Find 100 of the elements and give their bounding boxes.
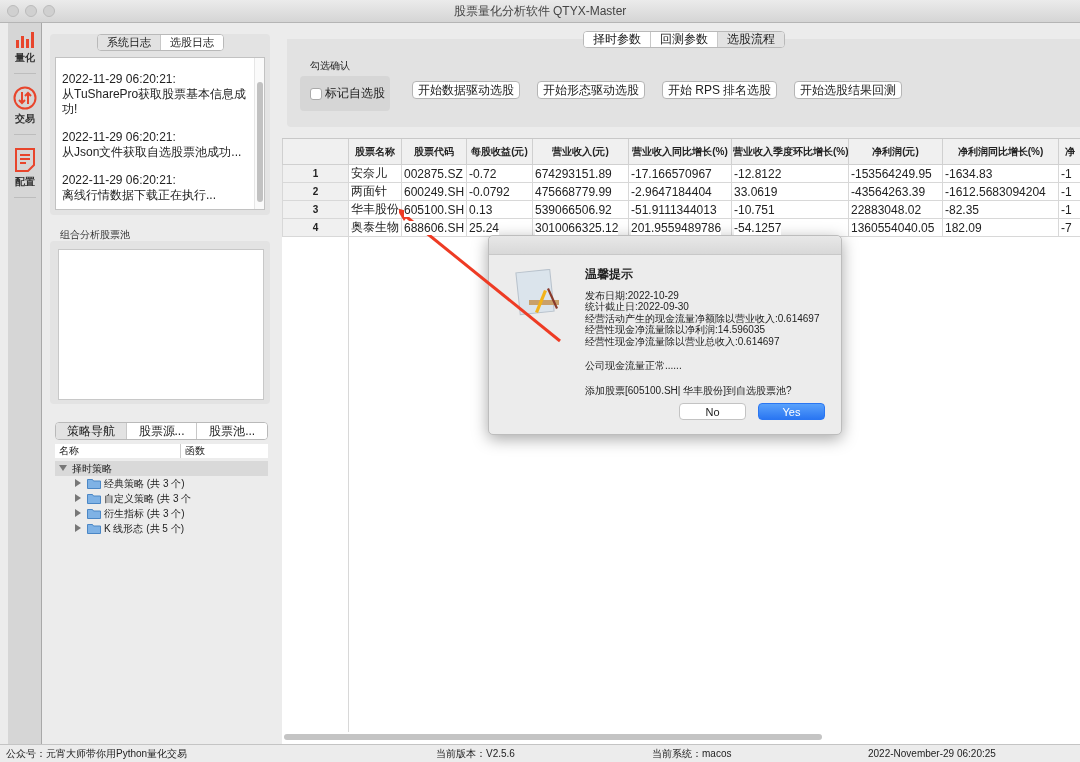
column-header: 名称 — [58, 444, 80, 458]
sidebar-label[interactable]: 交易 — [14, 112, 35, 126]
horizontal-scrollbar-thumb[interactable] — [284, 734, 822, 740]
status-text: 当前系统：macos — [652, 746, 733, 761]
table-cell: 安奈儿 — [351, 166, 387, 180]
tree-item[interactable]: 择时策略 — [72, 461, 112, 476]
dialog-text: 统计截止日:2022-09-30 — [585, 301, 690, 313]
dialog-text: 经营性现金净流量除以净利润:14.596035 — [585, 324, 766, 336]
tree-item[interactable]: K 线形态 (共 5 个) — [104, 521, 184, 536]
table-cell: 600249.SH — [404, 184, 465, 199]
checkbox[interactable] — [310, 87, 322, 100]
column-header: 营业收入同比增长(%) — [628, 139, 732, 165]
table-cell: 0.13 — [469, 202, 493, 217]
table-cell: -153564249.95 — [851, 166, 932, 181]
table-cell: 22883048.02 — [851, 202, 922, 217]
column-header: 净 — [1058, 139, 1080, 165]
table-cell: -54.1257 — [734, 220, 782, 235]
table-cell: 605100.SH — [404, 202, 465, 217]
minimize-button[interactable] — [25, 5, 37, 17]
table-cell: 201.9559489786 — [631, 220, 722, 235]
column-header: 函数 — [180, 444, 268, 458]
table-cell: -1 — [1061, 202, 1072, 217]
table-cell: -17.166570967 — [631, 166, 712, 181]
table-cell: -2.9647184404 — [631, 184, 712, 199]
table-cell: -12.8122 — [734, 166, 782, 181]
table-cell: 688606.SH — [404, 220, 465, 235]
action-button[interactable]: 开始数据驱动选股 — [412, 81, 520, 99]
action-button[interactable]: 开始 RPS 排名选股 — [662, 81, 778, 99]
column-header: 净利润同比增长(%) — [942, 139, 1059, 165]
tab[interactable]: 选股日志 — [159, 35, 223, 50]
table-cell: -1634.83 — [945, 166, 993, 181]
folder-icon — [87, 508, 101, 519]
table-cell: -1 — [1061, 184, 1072, 199]
table-cell: 两面针 — [351, 184, 387, 198]
log-time: 2022-11-29 06:20:21: — [62, 173, 177, 188]
table-cell: 1360554040.05 — [851, 220, 935, 235]
dialog-title: 温馨提示 — [585, 269, 634, 281]
dialog-text: 经营活动产生的现金流量净额除以营业收入:0.614697 — [585, 312, 820, 324]
folder-icon — [87, 493, 101, 504]
table-cell: -10.751 — [734, 202, 775, 217]
table-cell: 奥泰生物 — [351, 220, 399, 234]
table-cell: -43564263.39 — [851, 184, 926, 199]
zoom-button[interactable] — [43, 5, 55, 17]
table-cell: 475668779.99 — [535, 184, 612, 199]
checkbox-label[interactable]: 标记自选股 — [325, 85, 385, 102]
column-header: 营业收入(元) — [532, 139, 629, 165]
dialog-button[interactable]: No — [679, 403, 746, 420]
table-cell: -1 — [1061, 166, 1072, 181]
log-message: 从TuSharePro获取股票基本信息成功! — [62, 87, 248, 117]
column-header: 每股收益(元) — [466, 139, 533, 165]
group-title: 勾选确认 — [309, 59, 351, 73]
folder-icon — [87, 478, 101, 489]
table-cell: 674293151.89 — [535, 166, 612, 181]
table-cell: -82.35 — [945, 202, 980, 217]
table-cell: 33.0619 — [734, 184, 778, 199]
log-time: 2022-11-29 06:20:21: — [62, 72, 177, 87]
tab[interactable]: 系统日志 — [97, 35, 160, 50]
dialog-text: 发布日期:2022-10-29 — [585, 289, 680, 301]
dialog-text: 公司现金流量正常...... — [585, 360, 683, 372]
table-cell: -1612.5683094204 — [945, 184, 1046, 199]
bar-chart-icon — [14, 31, 35, 49]
table-cell: 25.24 — [469, 220, 500, 235]
close-button[interactable] — [7, 5, 19, 17]
document-icon — [13, 147, 36, 173]
table-cell: 华丰股份 — [351, 202, 399, 216]
table-cell: 3010066325.12 — [535, 220, 619, 235]
up-down-arrows-icon — [12, 86, 37, 110]
window-title: 股票量化分析软件 QTYX-Master — [453, 3, 627, 18]
log-message: 离线行情数据下载正在执行... — [62, 188, 217, 203]
action-button[interactable]: 开始形态驱动选股 — [537, 81, 645, 99]
status-text: 当前版本：V2.5.6 — [436, 746, 516, 761]
status-text: 2022-November-29 06:20:25 — [868, 748, 997, 759]
tree-item[interactable]: 自定义策略 (共 3 个 — [104, 491, 192, 506]
panel-title: 组合分析股票池 — [60, 229, 130, 240]
log-message: 从Json文件获取自选股票池成功... — [62, 145, 243, 160]
tree-item[interactable]: 衍生指标 (共 3 个) — [104, 506, 185, 521]
status-text: 公众号：元宵大师带你用Python量化交易 — [6, 746, 189, 761]
sidebar-label[interactable]: 量化 — [14, 51, 35, 65]
table-cell: 539066506.92 — [535, 202, 612, 217]
action-button[interactable]: 开始选股结果回测 — [794, 81, 903, 99]
table-cell: -0.72 — [469, 166, 497, 181]
scrollbar-thumb[interactable] — [256, 82, 263, 202]
column-header: 股票名称 — [348, 139, 402, 165]
tab[interactable]: 选股流程 — [716, 32, 784, 47]
log-time: 2022-11-29 06:20:21: — [62, 130, 177, 145]
dialog-text: 经营性现金净流量除以营业总收入:0.614697 — [585, 335, 781, 347]
column-header: 股票代码 — [401, 139, 467, 165]
folder-icon — [87, 523, 101, 534]
dialog-question: 添加股票[605100.SH| 华丰股份]到自选股票池? — [585, 384, 793, 396]
tree-item[interactable]: 经典策略 (共 3 个) — [104, 476, 185, 491]
column-header: 营业收入季度环比增长(%) — [731, 139, 849, 165]
table-cell: -0.0792 — [469, 184, 510, 199]
table-cell: -51.9111344013 — [631, 202, 717, 217]
tab[interactable]: 股票池... — [196, 423, 267, 439]
table-cell: 002875.SZ — [404, 166, 463, 181]
sidebar-label[interactable]: 配置 — [14, 175, 35, 189]
table-cell: -7 — [1061, 220, 1072, 235]
tab[interactable]: 策略导航 — [56, 423, 126, 439]
table-cell: 182.09 — [945, 220, 982, 235]
column-header: 净利润(元) — [848, 139, 943, 165]
